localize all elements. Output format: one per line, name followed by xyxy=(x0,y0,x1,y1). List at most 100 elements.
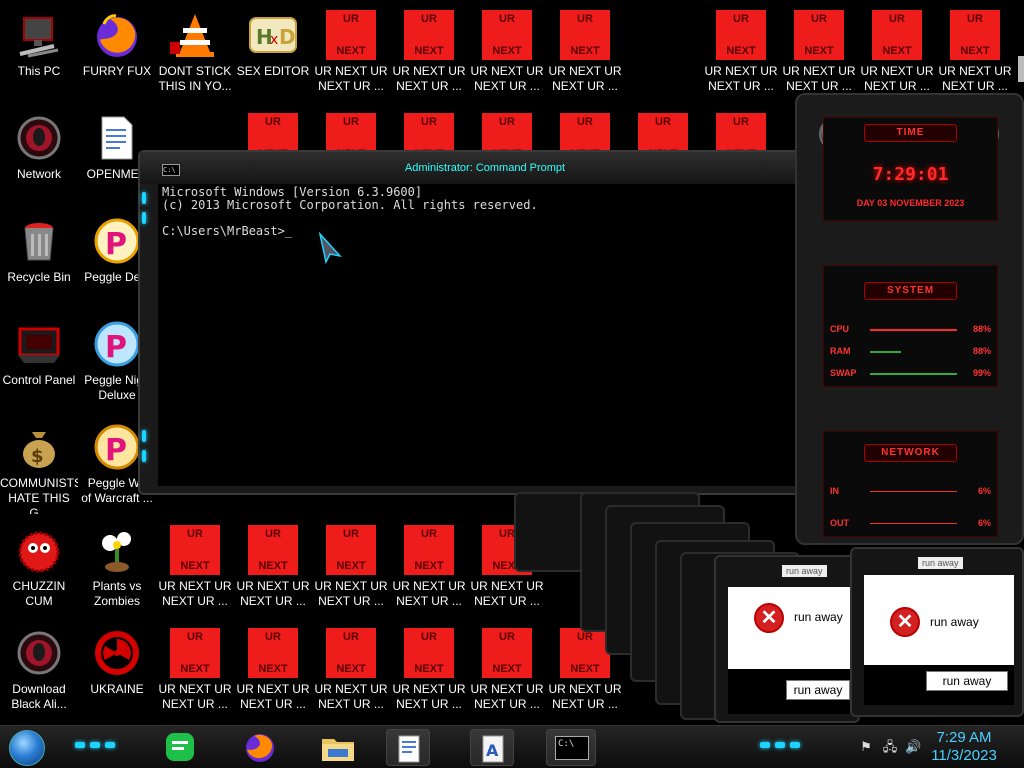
desktop-icon-ur-next[interactable]: UR NEXT UR NEXT URNEXT UR ... xyxy=(468,620,546,720)
desktop-icon-label: FURRY FUX xyxy=(82,64,152,78)
taskbar-wordpad-button[interactable]: A xyxy=(470,729,514,766)
window-title: Administrator: Command Prompt xyxy=(404,162,566,174)
taskbar-document-button[interactable] xyxy=(386,729,430,766)
desktop-icon-label: UR NEXT URNEXT UR ... xyxy=(938,64,1012,93)
ur-next-icon: UR NEXT xyxy=(560,628,610,678)
tile-bottom-text: NEXT xyxy=(258,560,288,572)
desktop-icon-network[interactable]: Network xyxy=(0,105,78,205)
desktop-icon-ur-next[interactable]: UR NEXT UR NEXT URNEXT UR ... xyxy=(390,620,468,720)
title-bar[interactable]: C:\ Administrator: Command Prompt xyxy=(140,152,830,184)
tile-top-text: UR xyxy=(265,116,281,128)
tile-top-text: UR xyxy=(733,13,749,25)
tile-bottom-text: NEXT xyxy=(414,560,444,572)
taskbar-file-explorer-button[interactable] xyxy=(316,729,360,766)
ur-next-icon: UR NEXT xyxy=(326,525,376,575)
error-icon: ✕ xyxy=(754,603,784,633)
desktop-icon-label: DONT STICK THIS IN YO... xyxy=(158,64,232,93)
run-away-button[interactable]: run away xyxy=(786,680,850,700)
network-icon[interactable]: 🖧 xyxy=(882,739,898,755)
taskbar-notes-button[interactable] xyxy=(158,729,202,766)
time-panel: TIME 7:29:01 DAY 03 NOVEMBER 2023 xyxy=(823,117,998,221)
document-icon xyxy=(92,113,142,163)
svg-text:P: P xyxy=(105,330,127,365)
desktop-icon-label: UR NEXT URNEXT UR ... xyxy=(392,64,466,93)
taskbar-light xyxy=(775,742,785,748)
ur-next-icon: UR NEXT xyxy=(794,10,844,60)
desktop-icon-label: UR NEXT URNEXT UR ... xyxy=(158,682,232,711)
desktop-icon-ur-next[interactable]: UR NEXT UR NEXT URNEXT UR ... xyxy=(546,2,624,102)
taskbar-light xyxy=(105,742,115,748)
tile-top-text: UR xyxy=(343,528,359,540)
desktop-icon-dont-stick[interactable]: DONT STICK THIS IN YO... xyxy=(156,2,234,102)
cpu-row: CPU 88% xyxy=(830,324,991,336)
desktop-icon-ur-next[interactable]: UR NEXT UR NEXT URNEXT UR ... xyxy=(312,517,390,617)
popup-message: run away xyxy=(794,610,843,624)
desktop-icon-furry-fux[interactable]: FURRY FUX xyxy=(78,2,156,102)
desktop-icon-label: CHUZZIN CUM xyxy=(12,579,66,608)
row-value: 6% xyxy=(977,486,991,496)
desktop-icon-ur-next[interactable]: UR NEXT UR NEXT URNEXT UR ... xyxy=(858,2,936,102)
console-line: (c) 2013 Microsoft Corporation. All righ… xyxy=(162,198,538,212)
start-button[interactable] xyxy=(9,730,45,766)
action-center-flag-icon[interactable]: ⚑ xyxy=(858,739,874,755)
desktop-icon-ur-next[interactable]: UR NEXT UR NEXT URNEXT UR ... xyxy=(234,517,312,617)
desktop-icon-communists[interactable]: $ COMMUNISTS HATE THIS G... xyxy=(0,414,78,514)
command-prompt-window[interactable]: C:\ Administrator: Command Prompt Micros… xyxy=(138,150,832,495)
ur-next-icon: UR NEXT xyxy=(482,10,532,60)
ur-next-icon: UR NEXT xyxy=(872,10,922,60)
popup-message: run away xyxy=(930,615,979,629)
tile-top-text: UR xyxy=(343,631,359,643)
desktop-icon-sex-editor[interactable]: HxD SEX EDITOR xyxy=(234,2,312,102)
control-panel-icon xyxy=(14,319,64,369)
run-away-popup[interactable]: run away ✕ run away run away xyxy=(714,555,860,723)
peggle-icon: P xyxy=(92,216,142,266)
desktop-icon-ur-next[interactable]: UR NEXT UR NEXT URNEXT UR ... xyxy=(156,517,234,617)
console-output[interactable]: Microsoft Windows [Version 6.3.9600] (c)… xyxy=(158,184,810,486)
svg-text:P: P xyxy=(105,227,127,262)
frame-light xyxy=(142,430,146,442)
run-away-popup[interactable]: run away ✕ run away run away xyxy=(850,547,1024,717)
taskbar-firefox-button[interactable] xyxy=(238,729,282,766)
tile-top-text: UR xyxy=(577,116,593,128)
desktop-icon-label: Download Black Ali... xyxy=(11,682,67,711)
desktop-icon-this-pc[interactable]: This PC xyxy=(0,2,78,102)
desktop-icon-ur-next[interactable]: UR NEXT UR NEXT URNEXT UR ... xyxy=(702,2,780,102)
desktop-icon-ur-next[interactable]: UR NEXT UR NEXT URNEXT UR ... xyxy=(780,2,858,102)
taskbar-light xyxy=(90,742,100,748)
desktop-icon-recycle-bin[interactable]: Recycle Bin xyxy=(0,208,78,308)
notes-icon xyxy=(166,733,194,761)
ur-next-icon: UR NEXT xyxy=(404,525,454,575)
svg-text:P: P xyxy=(105,433,127,468)
tile-bottom-text: NEXT xyxy=(414,45,444,57)
network-panel: NETWORK IN 6% OUT 6% xyxy=(823,431,998,537)
desktop-icon-ur-next[interactable]: UR NEXT UR NEXT URNEXT UR ... xyxy=(156,620,234,720)
desktop-icon-ur-next[interactable]: UR NEXT UR NEXT URNEXT UR ... xyxy=(312,620,390,720)
desktop-icon-ur-next[interactable]: UR NEXT UR NEXT URNEXT UR ... xyxy=(936,2,1014,102)
volume-icon[interactable]: 🔊 xyxy=(905,739,921,755)
run-away-button[interactable]: run away xyxy=(926,671,1008,691)
system-monitor-gadget[interactable]: TIME 7:29:01 DAY 03 NOVEMBER 2023 SYSTEM… xyxy=(795,93,1024,545)
desktop-icon-ur-next[interactable]: UR NEXT UR NEXT URNEXT UR ... xyxy=(468,2,546,102)
desktop-icon-ur-next[interactable]: UR NEXT UR NEXT URNEXT UR ... xyxy=(312,2,390,102)
desktop-icon-ur-next[interactable]: UR NEXT UR NEXT URNEXT UR ... xyxy=(390,517,468,617)
taskbar-clock[interactable]: 7:29 AM 11/3/2023 xyxy=(926,729,1002,765)
radiation-icon xyxy=(92,628,142,678)
system-header: SYSTEM xyxy=(864,282,957,300)
desktop-icon-control-panel[interactable]: Control Panel xyxy=(0,311,78,411)
tile-top-text: UR xyxy=(421,631,437,643)
desktop-icon-ur-next[interactable]: UR NEXT UR NEXT URNEXT UR ... xyxy=(390,2,468,102)
tile-bottom-text: NEXT xyxy=(960,45,990,57)
frame-light xyxy=(142,212,146,224)
row-label: IN xyxy=(830,486,839,496)
desktop-icon-label: UR NEXT URNEXT UR ... xyxy=(470,682,544,711)
popup-body: ✕ run away xyxy=(864,575,1014,665)
desktop-icon-plants-vs-zombies[interactable]: Plants vs Zombies xyxy=(78,517,156,617)
desktop-icon-chuzzin-cum[interactable]: CHUZZIN CUM xyxy=(0,517,78,617)
peggle-icon: P xyxy=(92,422,142,472)
desktop-icon-label: UKRAINE xyxy=(90,682,144,696)
desktop-icon-ukraine[interactable]: UKRAINE xyxy=(78,620,156,720)
desktop-icon-download-black-ali[interactable]: Download Black Ali... xyxy=(0,620,78,720)
desktop-icon-ur-next[interactable]: UR NEXT UR NEXT URNEXT UR ... xyxy=(234,620,312,720)
taskbar-cmd-button[interactable]: C:\ xyxy=(546,729,596,766)
popup-title: run away xyxy=(782,565,827,577)
